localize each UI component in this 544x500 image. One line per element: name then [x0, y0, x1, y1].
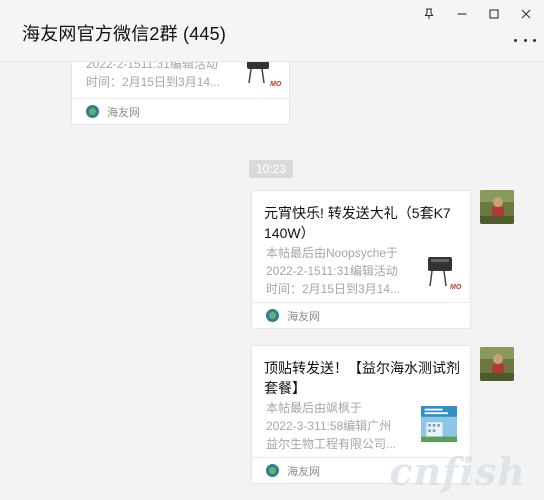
link-card[interactable]: 元宵快乐! 转发送大礼（5套K7 140W） 本帖最后由Noopsyche于 2…: [251, 190, 471, 329]
card-description: 本帖最后由Noopsyche于 2022-2-1511:31编辑活动 时间：2月…: [266, 246, 401, 296]
more-options-icon[interactable]: [514, 36, 536, 44]
card-thumbnail: MO: [242, 62, 282, 89]
message-list[interactable]: 2022-2-1511:31编辑活动 时间：2月15日到3月14... MO 海…: [0, 62, 544, 500]
card-title: 顶贴转发送！【益尔海水测试剂套餐】: [264, 360, 460, 396]
site-logo-icon: [86, 105, 99, 118]
card-title: 元宵快乐! 转发送大礼（5套K7 140W）: [264, 205, 451, 241]
pin-icon[interactable]: [420, 5, 438, 23]
maximize-icon[interactable]: [485, 5, 503, 23]
close-icon[interactable]: [517, 5, 535, 23]
card-source: 海友网: [287, 465, 320, 478]
title-bar: 海友网官方微信2群 (445): [0, 0, 544, 62]
site-logo-icon: [266, 309, 279, 322]
card-description: 本帖最后由飒枫于 2022-3-311:58编辑广州 益尔生物工程有限公司...: [266, 401, 397, 451]
card-footer: 海友网: [252, 302, 470, 328]
watermark: cnfish: [389, 449, 526, 494]
svg-text:MO: MO: [270, 81, 282, 88]
card-thumbnail: MO: [422, 255, 462, 291]
minimize-icon[interactable]: [453, 5, 471, 23]
avatar[interactable]: [480, 190, 514, 224]
site-logo-icon: [266, 464, 279, 477]
card-footer: 海友网: [72, 98, 289, 124]
timestamp: 10:23: [249, 160, 294, 178]
chat-title: 海友网官方微信2群 (445): [22, 24, 227, 44]
link-card[interactable]: 2022-2-1511:31编辑活动 时间：2月15日到3月14... MO 海…: [71, 62, 290, 125]
svg-text:MO: MO: [450, 284, 462, 291]
card-source: 海友网: [287, 310, 320, 323]
card-source: 海友网: [107, 106, 140, 119]
card-description: 2022-2-1511:31编辑活动 时间：2月15日到3月14...: [86, 62, 221, 89]
avatar[interactable]: [480, 347, 514, 381]
card-thumbnail: [421, 406, 457, 442]
